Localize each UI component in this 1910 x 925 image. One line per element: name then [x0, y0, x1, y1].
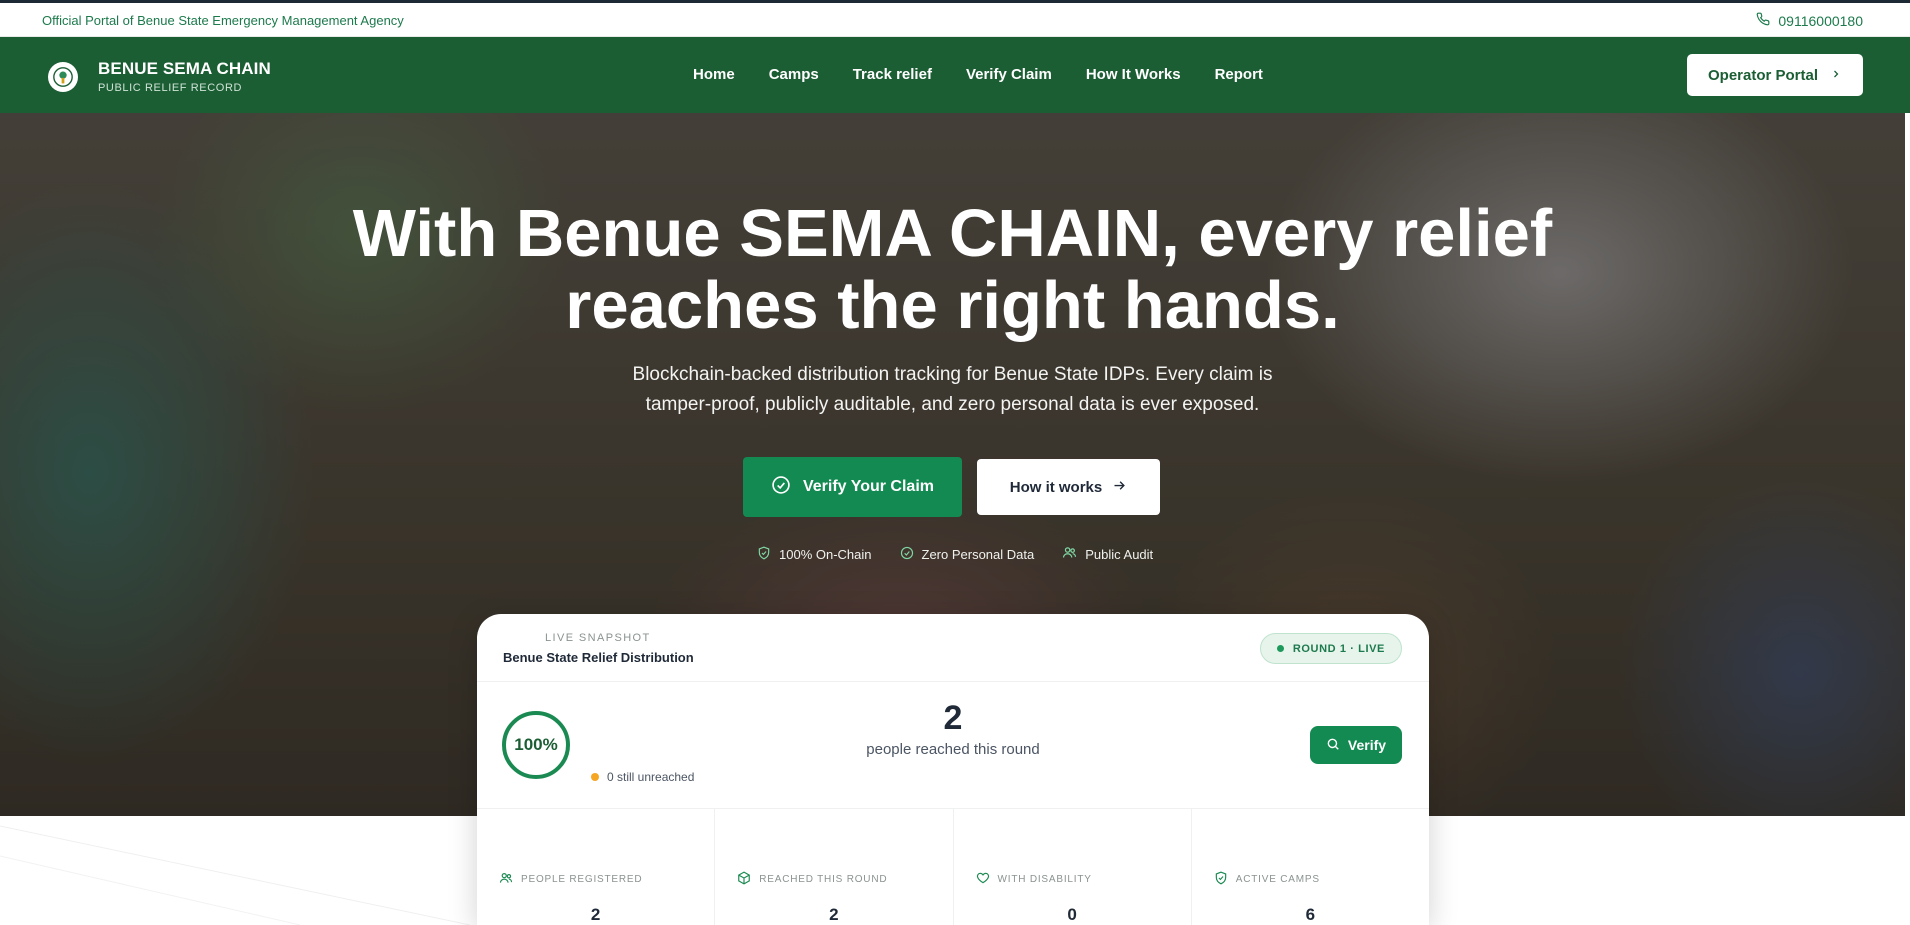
round-status-badge: ROUND 1 · LIVE	[1259, 633, 1402, 664]
main-navbar: BENUE SEMA CHAIN PUBLIC RELIEF RECORD Ho…	[0, 37, 1910, 113]
search-icon	[1326, 737, 1340, 754]
live-snapshot-card: LIVE SNAPSHOT Benue State Relief Distrib…	[477, 614, 1429, 925]
how-it-works-button[interactable]: How it works	[977, 459, 1160, 515]
operator-portal-button[interactable]: Operator Portal	[1687, 54, 1863, 96]
people-icon	[1062, 545, 1077, 563]
stat-active-camps: ACTIVE CAMPS 6	[1192, 809, 1429, 925]
operator-portal-label: Operator Portal	[1707, 66, 1819, 84]
trust-badge: 100% On-Chain	[757, 545, 872, 563]
stat-label: REACHED THIS ROUND	[759, 874, 888, 885]
warning-dot-icon	[591, 773, 599, 781]
stat-value: 2	[590, 905, 601, 924]
heart-icon	[976, 871, 990, 888]
phone-number: 09116000180	[1778, 12, 1863, 29]
hero-title: With Benue SEMA CHAIN, every relief reac…	[352, 196, 1553, 343]
nav-verify-claim[interactable]: Verify Claim	[966, 66, 1052, 83]
verify-button[interactable]: Verify	[1310, 726, 1402, 764]
nav-report[interactable]: Report	[1215, 66, 1263, 83]
stat-label: WITH DISABILITY	[997, 874, 1092, 885]
shield-icon	[1214, 871, 1228, 888]
brand-subtitle: PUBLIC RELIEF RECORD	[98, 82, 243, 94]
check-circle-icon	[771, 475, 791, 500]
stat-label: ACTIVE CAMPS	[1235, 874, 1320, 885]
snapshot-title: Benue State Relief Distribution	[503, 650, 694, 665]
brand[interactable]: BENUE SEMA CHAIN PUBLIC RELIEF RECORD	[48, 59, 271, 94]
chevron-right-icon	[1830, 67, 1842, 84]
arrow-right-icon	[1112, 478, 1127, 497]
snapshot-header: LIVE SNAPSHOT Benue State Relief Distrib…	[477, 614, 1429, 682]
stat-people-registered: PEOPLE REGISTERED 2	[477, 809, 716, 925]
stat-reached-this-round: REACHED THIS ROUND 2	[715, 809, 954, 925]
phone-icon	[1756, 12, 1770, 29]
brand-title: BENUE SEMA CHAIN	[98, 59, 271, 78]
stats-row: PEOPLE REGISTERED 2 REACHED THIS ROUND 2…	[477, 808, 1429, 925]
trust-badge: Public Audit	[1062, 545, 1153, 563]
sema-logo-icon	[48, 61, 78, 92]
snapshot-label: LIVE SNAPSHOT	[545, 632, 651, 644]
shield-check-icon	[757, 546, 771, 563]
hero-subtitle: Blockchain-backed distribution tracking …	[632, 364, 1273, 415]
phone-contact[interactable]: 09116000180	[1756, 12, 1863, 29]
check-circle-icon	[900, 546, 914, 563]
nav-camps[interactable]: Camps	[769, 66, 819, 83]
trust-badges: 100% On-Chain Zero Personal Data Public …	[757, 545, 1153, 563]
nav-track-relief[interactable]: Track relief	[853, 66, 932, 83]
stat-value: 0	[1067, 905, 1077, 924]
nav-links: Home Camps Track relief Verify Claim How…	[693, 66, 1263, 83]
trust-badge: Zero Personal Data	[900, 545, 1034, 563]
nav-how-it-works[interactable]: How It Works	[1086, 66, 1181, 83]
official-topbar: Official Portal of Benue State Emergency…	[0, 0, 1910, 37]
stat-label: PEOPLE REGISTERED	[521, 874, 643, 885]
live-dot-icon	[1276, 645, 1284, 652]
background-decoration	[0, 825, 471, 925]
reached-count: 2	[943, 699, 963, 737]
verify-your-claim-button[interactable]: Verify Your Claim	[743, 457, 962, 517]
unreached-indicator: 0 still unreached	[591, 770, 694, 784]
stat-with-disability: WITH DISABILITY 0	[954, 809, 1192, 925]
official-portal-text: Official Portal of Benue State Emergency…	[42, 13, 404, 28]
nav-home[interactable]: Home	[693, 66, 735, 83]
reached-caption: people reached this round	[866, 741, 1040, 758]
stat-value: 2	[829, 905, 839, 924]
people-icon	[499, 871, 513, 888]
stat-value: 6	[1305, 905, 1316, 924]
box-icon	[737, 871, 751, 888]
